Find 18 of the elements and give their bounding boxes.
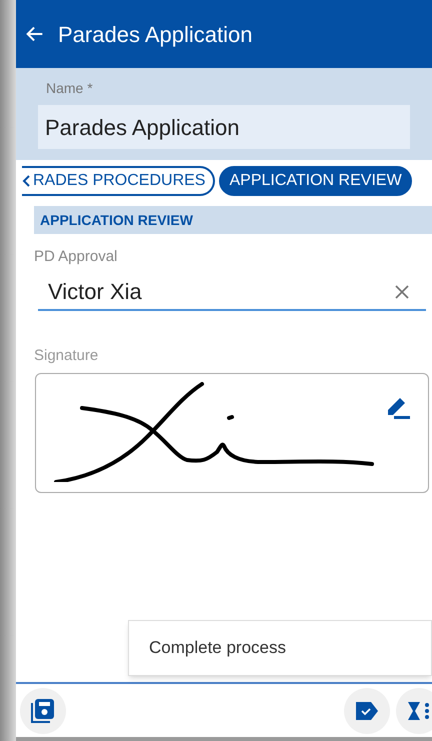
approve-button[interactable] bbox=[344, 688, 390, 734]
save-button[interactable] bbox=[20, 688, 66, 734]
field-label: Signature bbox=[34, 346, 100, 366]
field-label: PD Approval bbox=[34, 247, 118, 267]
stage-tab[interactable]: APPLICATION REVIEW bbox=[219, 166, 412, 196]
signature-pad[interactable] bbox=[35, 373, 429, 493]
chevron-left-icon bbox=[22, 174, 31, 188]
tag-check-icon bbox=[355, 700, 379, 720]
name-field[interactable]: Parades Application bbox=[38, 105, 410, 149]
clear-icon[interactable] bbox=[394, 284, 410, 300]
stage-tab[interactable]: RADES PROCEDURES bbox=[22, 166, 216, 196]
menu-item[interactable]: Complete process bbox=[149, 635, 286, 661]
section-header: APPLICATION REVIEW bbox=[34, 206, 432, 234]
more-actions-button[interactable] bbox=[396, 688, 432, 734]
field-label: Name * bbox=[46, 79, 94, 98]
approval-field[interactable]: Victor Xia bbox=[38, 274, 426, 310]
app-title: Parades Application bbox=[58, 20, 252, 49]
save-icon bbox=[31, 698, 55, 724]
